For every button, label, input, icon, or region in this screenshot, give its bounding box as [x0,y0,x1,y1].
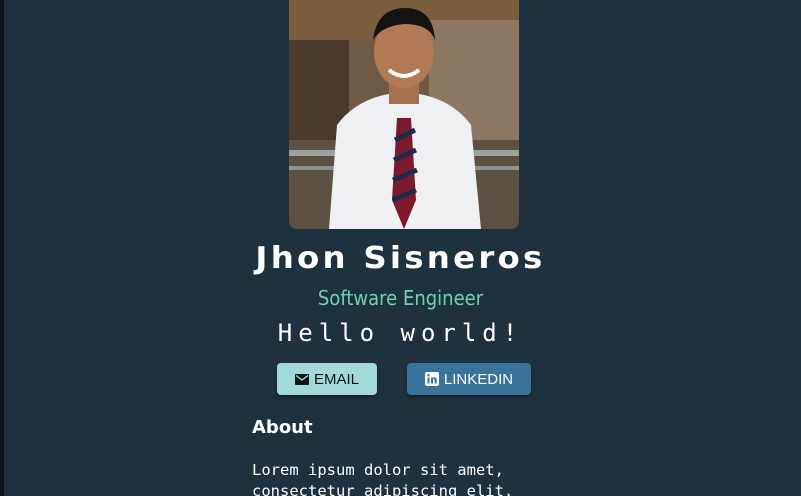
email-button[interactable]: EMAIL [277,363,377,395]
linkedin-button-label: LINKEDIN [443,370,514,388]
greeting-text: Hello world! [277,319,524,347]
mail-icon [294,373,309,385]
linkedin-icon [424,372,439,386]
about-heading: About [252,417,313,438]
about-body: Lorem ipsum dolor sit amet, consectetur … [252,461,514,496]
profile-title: Software Engineer [317,286,484,310]
linkedin-button[interactable]: LINKEDIN [407,363,531,395]
profile-photo [289,0,519,229]
email-button-label: EMAIL [313,370,359,388]
profile-name: Jhon Sisneros [255,241,546,276]
